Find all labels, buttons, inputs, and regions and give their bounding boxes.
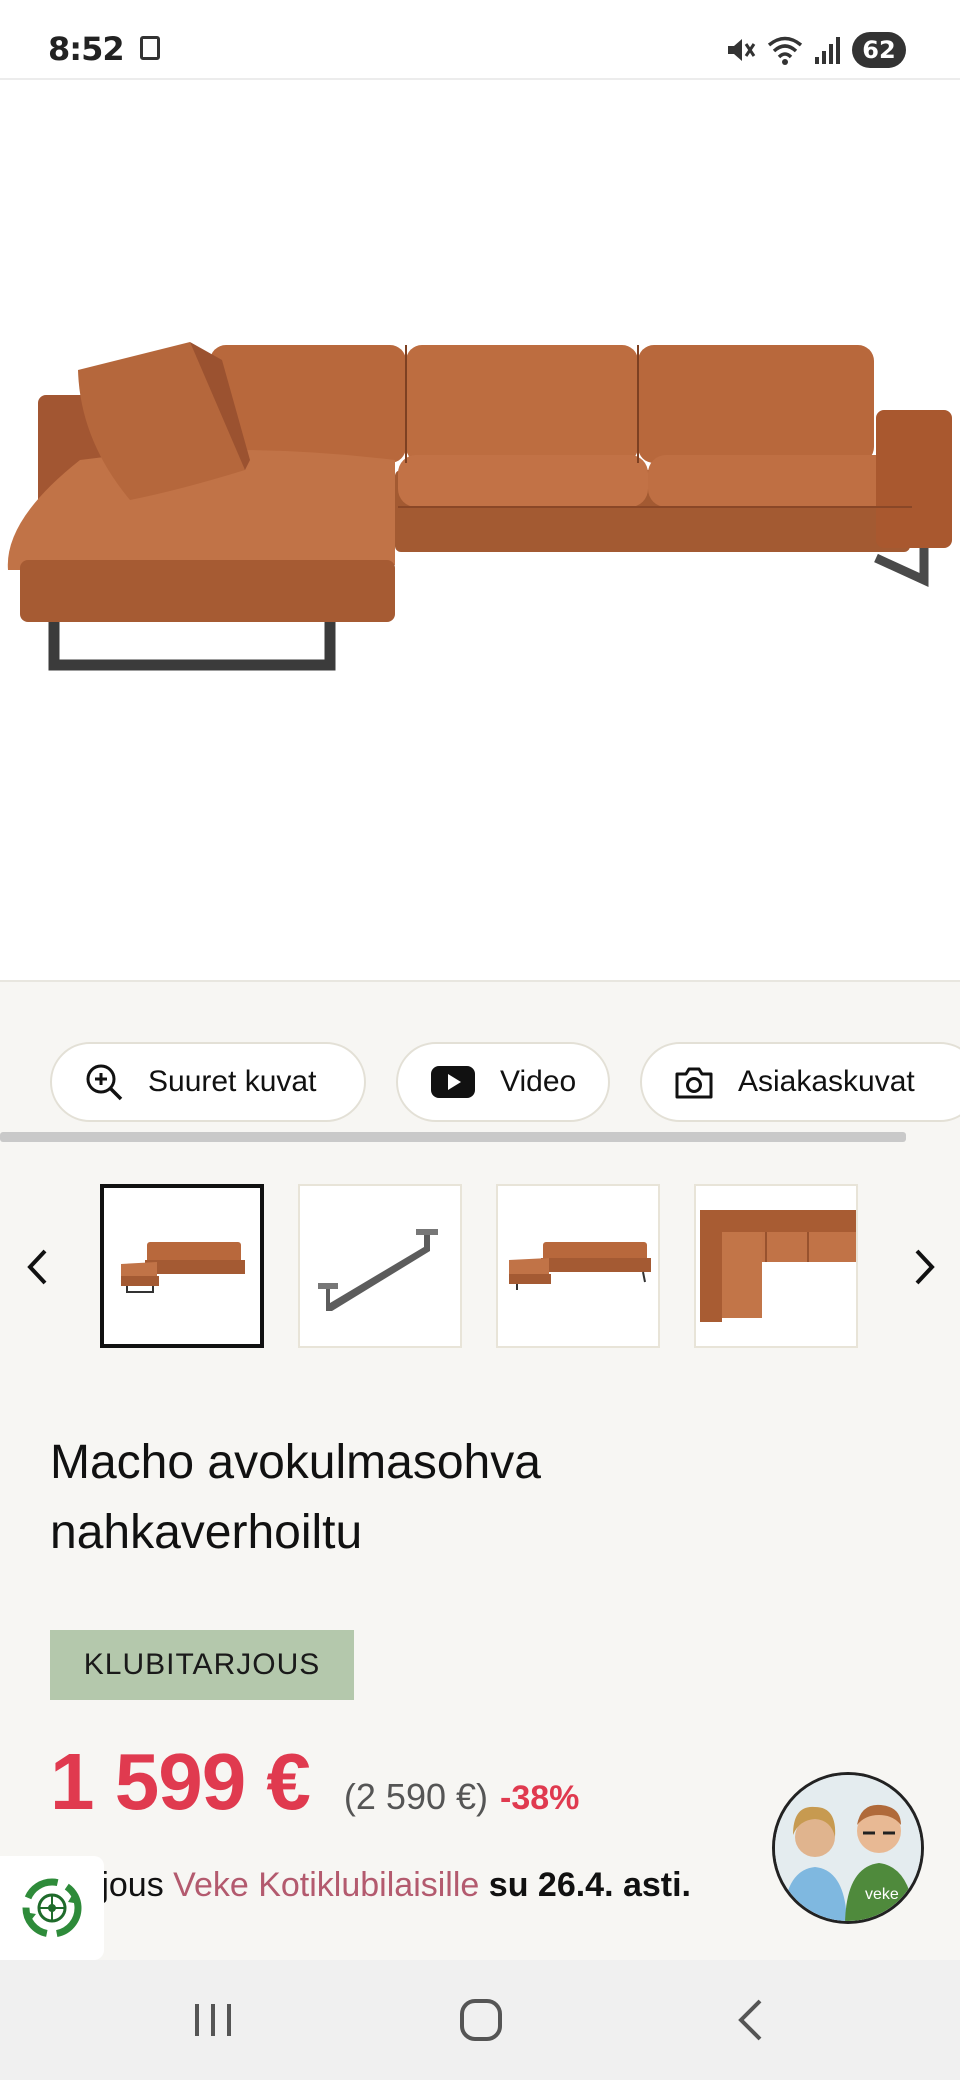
back-button[interactable] [720,1990,780,2050]
thumbnail-1[interactable] [100,1184,264,1348]
staff-photo: veke [775,1775,921,1921]
media-actions: Suuret kuvat Video Asiakaskuvat [0,1042,960,1122]
signal-icon [815,37,840,64]
back-icon [738,1999,762,2041]
product-title-line2: nahkaverhoiltu [50,1506,363,1559]
current-price: 1 599 € [50,1737,311,1826]
customer-photos-button[interactable]: Asiakaskuvat [640,1042,960,1122]
large-images-label: Suuret kuvat [148,1065,317,1098]
home-button[interactable] [451,1990,511,2050]
product-hero-image[interactable] [0,80,960,982]
video-label: Video [500,1065,577,1098]
recycle-icon [22,1878,82,1938]
zoom-in-icon [84,1062,124,1102]
system-nav-bar [0,1960,960,2080]
price-row: 1 599 € (2 590 €) -38% [50,1736,579,1826]
video-button[interactable]: Video [396,1042,610,1122]
discount-percent: -38% [500,1779,580,1817]
chevron-left-icon [27,1249,47,1285]
recycle-badge[interactable] [0,1856,104,1960]
status-icons: 62 [724,28,906,72]
customer-photos-label: Asiakaskuvat [738,1065,915,1098]
recent-apps-icon [195,2004,231,2036]
original-price: (2 590 €) [343,1776,489,1817]
offer-description: rjous Veke Kotiklubilaisille su 26.4. as… [90,1866,691,1905]
thumbnail-2[interactable] [298,1184,462,1348]
sofa-top-view-thumb [700,1210,856,1322]
leg-bracket-thumb [318,1229,438,1311]
play-icon [430,1062,476,1102]
offer-end-date: su 26.4. asti. [488,1866,692,1904]
status-time: 8:52 [48,30,125,68]
battery-icon: 62 [852,32,906,68]
status-bar: 8:52 62 [0,0,960,80]
thumbnail-next-button[interactable] [900,1232,950,1302]
thumbnail-4[interactable] [694,1184,858,1348]
large-images-button[interactable]: Suuret kuvat [50,1042,366,1122]
mute-icon [728,39,756,61]
gallery-icon [140,36,160,60]
recent-apps-button[interactable] [183,1990,243,2050]
club-link[interactable]: Veke Kotiklubilaisille [173,1866,479,1904]
home-icon [460,1999,502,2041]
sofa-front-view-thumb [121,1242,245,1293]
product-title-line1: Macho avokulmasohva [50,1436,541,1489]
product-title: Macho avokulmasohva nahkaverhoiltu [50,1428,750,1568]
wifi-icon [767,36,803,65]
thumbnail-3[interactable] [496,1184,660,1348]
club-offer-badge: KLUBITARJOUS [50,1630,354,1700]
scrollbar[interactable] [0,1132,906,1142]
customer-service-avatar[interactable]: veke [772,1772,924,1924]
sofa-image [7,342,952,671]
chevron-right-icon [915,1249,935,1285]
sofa-angle-view-thumb [509,1242,651,1290]
thumbnail-prev-button[interactable] [12,1232,62,1302]
avatar-logo: veke [865,1886,899,1903]
camera-icon [674,1062,714,1102]
